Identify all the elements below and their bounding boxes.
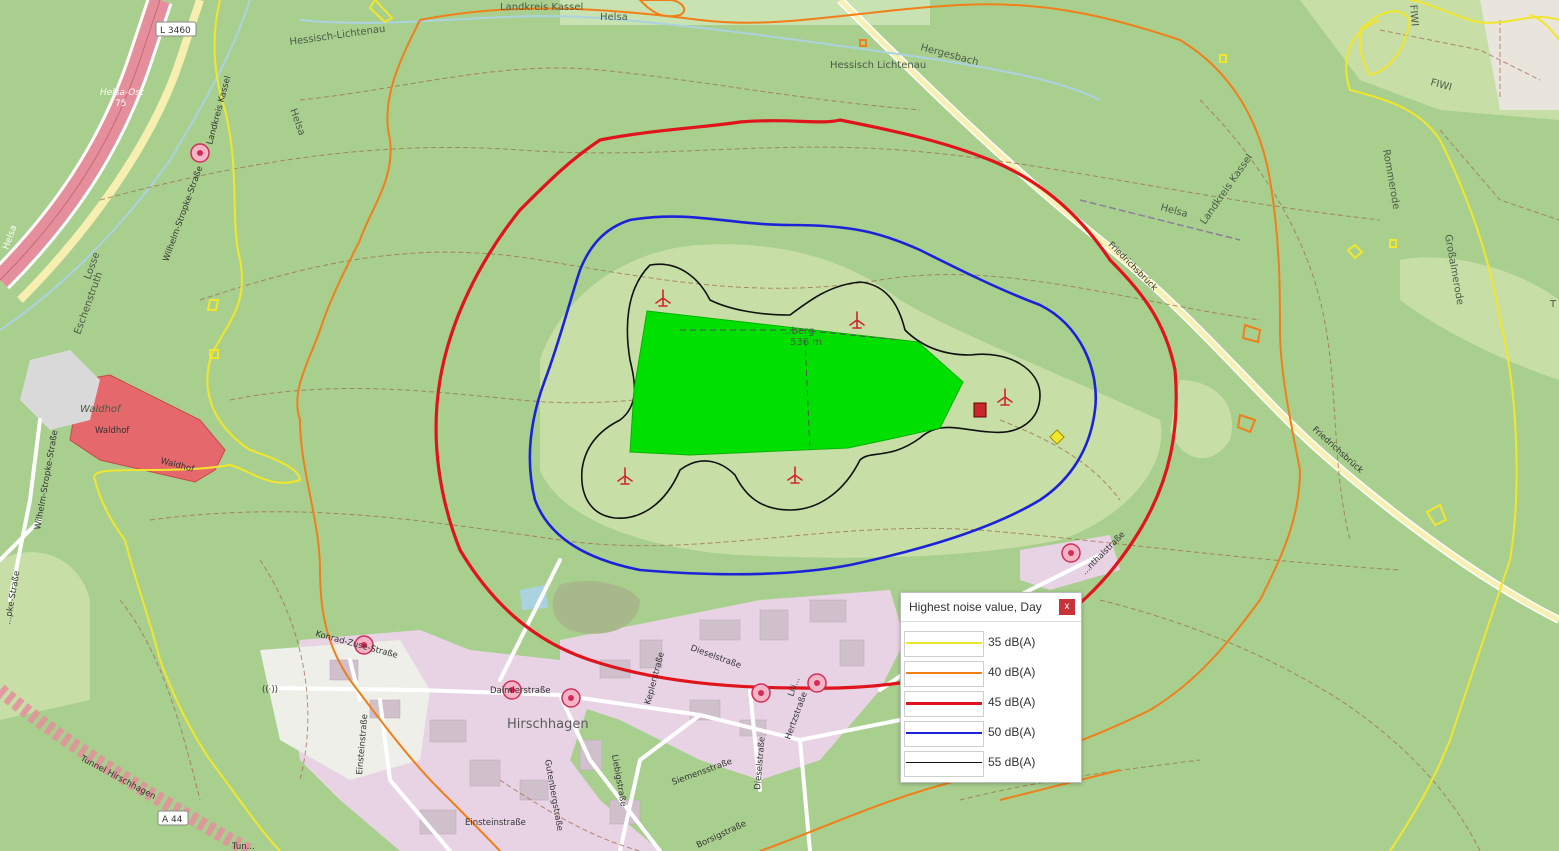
legend-line	[906, 672, 982, 674]
label-helsa-top: Helsa	[600, 12, 628, 23]
label-t-right: T	[1549, 299, 1557, 310]
label-peak-name: ...berg	[782, 326, 814, 337]
label-waldhof-town: Waldhof	[80, 404, 122, 415]
label-waldhof: Waldhof	[95, 426, 130, 436]
legend-swatch	[904, 691, 984, 717]
legend-swatch	[904, 631, 984, 657]
receptor-point-icon	[807, 673, 827, 693]
svg-text:A 44: A 44	[162, 815, 183, 825]
legend-panel: Highest noise value, Day x 35 dB(A) 40 dB…	[900, 592, 1082, 783]
receptor-point-icon	[190, 143, 210, 163]
legend-label: 40 dB(A)	[988, 665, 1036, 679]
label-hirschhagen: Hirschhagen	[507, 717, 589, 732]
label-peak-elevation: 536 m	[790, 337, 822, 348]
antenna-icon: ((·))	[262, 685, 278, 695]
legend-item: 55 dB(A)	[901, 748, 1081, 778]
legend-line	[906, 762, 982, 763]
label-fiwi-1: FIWI	[1407, 4, 1420, 26]
road-shield-l3460: L 3460	[155, 21, 197, 37]
legend-label: 50 dB(A)	[988, 725, 1036, 739]
road-shield-a44: A 44	[157, 810, 189, 826]
legend-item: 40 dB(A)	[901, 658, 1081, 688]
legend-swatch	[904, 721, 984, 747]
receptor-point-icon	[751, 683, 771, 703]
legend-label: 45 dB(A)	[988, 695, 1036, 709]
legend-swatch	[904, 751, 984, 777]
legend-item: 35 dB(A)	[901, 628, 1081, 658]
legend-items: 35 dB(A) 40 dB(A) 45 dB(A) 50 dB(A) 55 dB(A)	[901, 622, 1081, 778]
legend-label: 35 dB(A)	[988, 635, 1036, 649]
substation-icon	[973, 402, 987, 418]
label-einsteinstrasse-2: Einsteinstraße	[465, 818, 526, 828]
map-canvas[interactable]: ((·)) L 3460 A 44 Landkreis Kassel Helsa…	[0, 0, 1559, 851]
label-hessisch-lichtenau: Hessisch Lichtenau	[830, 60, 926, 71]
label-exit-75: 75	[115, 99, 126, 109]
label-tun: Tun...	[231, 842, 255, 851]
legend-label: 55 dB(A)	[988, 755, 1036, 769]
legend-item: 50 dB(A)	[901, 718, 1081, 748]
legend-line	[906, 702, 982, 705]
legend-line	[906, 732, 982, 734]
legend-line	[906, 642, 982, 644]
receptor-point-icon	[1061, 543, 1081, 563]
legend-title: Highest noise value, Day	[909, 600, 1042, 614]
legend-swatch	[904, 661, 984, 687]
label-landkreis-kassel-top: Landkreis Kassel	[500, 2, 583, 13]
label-daimlerstrasse: Daimlerstraße	[490, 686, 551, 696]
receptor-point-icon	[561, 688, 581, 708]
svg-text:L 3460: L 3460	[160, 26, 191, 36]
legend-close-button[interactable]: x	[1059, 599, 1075, 615]
legend-header: Highest noise value, Day x	[901, 593, 1081, 622]
legend-item: 45 dB(A)	[901, 688, 1081, 718]
label-helsa-ost: Helsa-Ost	[100, 88, 144, 98]
